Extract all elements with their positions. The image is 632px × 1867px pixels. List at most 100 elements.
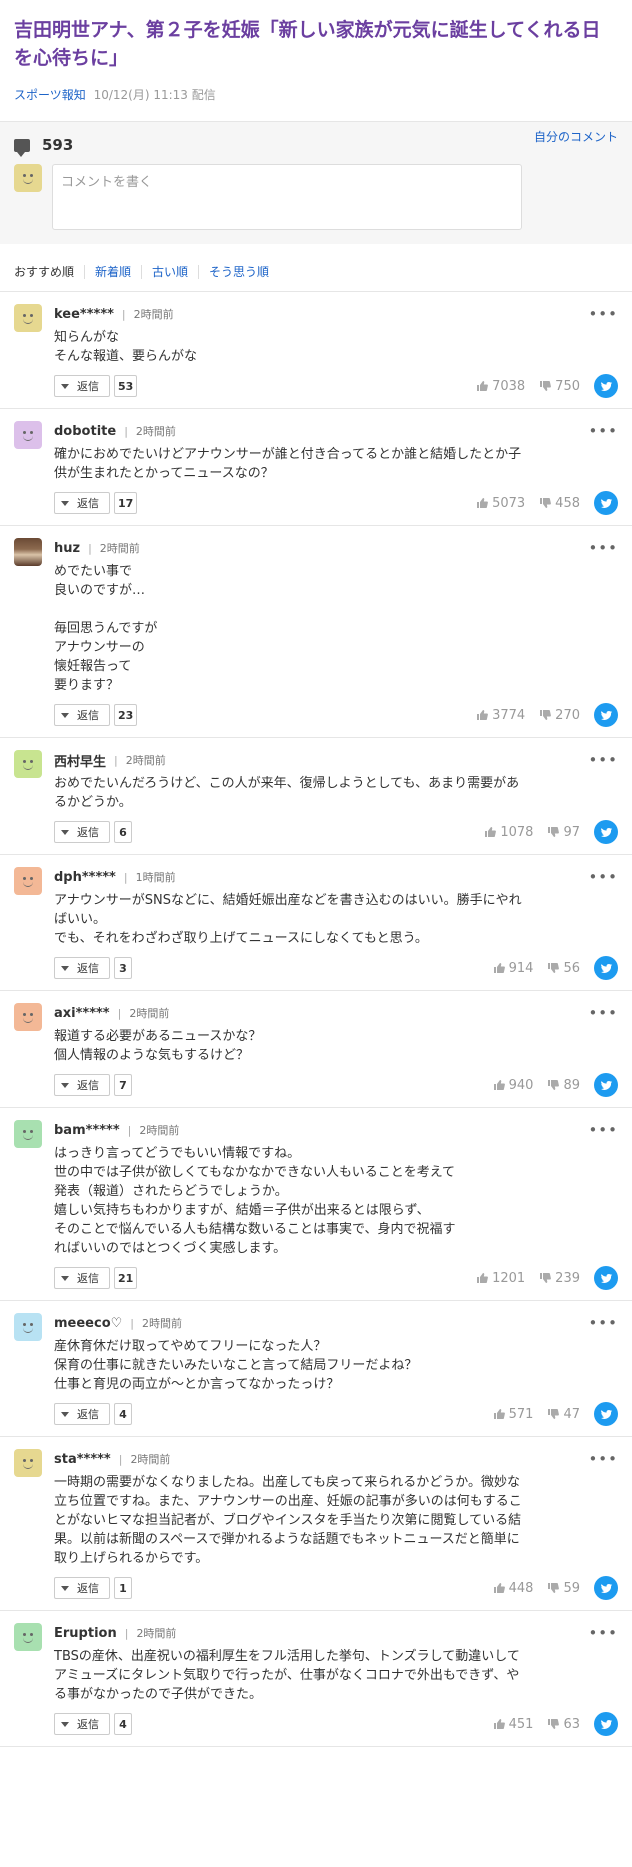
reply-button[interactable]: 返信 — [54, 704, 110, 726]
reply-button[interactable]: 返信 — [54, 492, 110, 514]
comment-actions: 返信 53 7038 750 — [54, 374, 618, 398]
comment-input[interactable]: コメントを書く — [52, 164, 522, 230]
comment-text-line: とがないヒマな担当記者が、ブログやインスタを手当たり次第に閲覧している結 — [54, 1513, 522, 1528]
reply-count[interactable]: 17 — [114, 492, 138, 514]
sort-newest[interactable]: 新着順 — [84, 264, 141, 279]
comment-time: 2時間前 — [142, 1317, 183, 1330]
reply-label: 返信 — [77, 826, 99, 839]
more-options-icon[interactable]: ••• — [588, 422, 618, 440]
commenter-name[interactable]: dobotite — [54, 424, 116, 439]
reply-count[interactable]: 1 — [114, 1577, 132, 1599]
comment-list: kee***** | 2時間前 ••• 知らんがな そんな報道、要らんがな 返信 53 7038… — [0, 292, 632, 1747]
commenter-avatar — [14, 538, 42, 566]
disagree-button[interactable]: 56 — [547, 961, 580, 976]
commenter-name[interactable]: axi***** — [54, 1006, 110, 1021]
sort-oldest[interactable]: 古い順 — [141, 264, 198, 279]
more-options-icon[interactable]: ••• — [588, 1121, 618, 1139]
twitter-share-icon[interactable] — [594, 820, 618, 844]
agree-button[interactable]: 7038 — [476, 379, 525, 394]
twitter-share-icon[interactable] — [594, 374, 618, 398]
disagree-button[interactable]: 97 — [547, 825, 580, 840]
disagree-button[interactable]: 270 — [539, 708, 580, 723]
more-options-icon[interactable]: ••• — [588, 1450, 618, 1468]
commenter-name[interactable]: kee***** — [54, 307, 114, 322]
disagree-button[interactable]: 59 — [547, 1581, 580, 1596]
twitter-share-icon[interactable] — [594, 1712, 618, 1736]
more-options-icon[interactable]: ••• — [588, 1004, 618, 1022]
more-options-icon[interactable]: ••• — [588, 751, 618, 769]
reply-button[interactable]: 返信 — [54, 1267, 110, 1289]
reply-count[interactable]: 4 — [114, 1713, 132, 1735]
agree-button[interactable]: 940 — [493, 1078, 533, 1093]
sort-agree[interactable]: そう思う順 — [198, 264, 279, 279]
comment-text-line: 産休育休だけ取ってやめてフリーになった人？ — [54, 1339, 327, 1354]
article-source-link[interactable]: スポーツ報知 — [14, 88, 86, 102]
twitter-share-icon[interactable] — [594, 491, 618, 515]
separator: | — [124, 1626, 129, 1640]
commenter-name[interactable]: 西村早生 — [54, 751, 106, 770]
comment-header: huz | 2時間前 ••• — [54, 538, 618, 558]
reply-button[interactable]: 返信 — [54, 1713, 110, 1735]
agree-button[interactable]: 571 — [493, 1407, 533, 1422]
article-title[interactable]: 吉田明世アナ、第２子を妊娠「新しい家族が元気に誕生してくれる日を心待ちに」 — [14, 16, 618, 72]
votes: 7038 750 — [462, 374, 618, 398]
more-options-icon[interactable]: ••• — [588, 539, 618, 557]
more-options-icon[interactable]: ••• — [588, 1314, 618, 1332]
reply-button[interactable]: 返信 — [54, 1577, 110, 1599]
more-options-icon[interactable]: ••• — [588, 868, 618, 886]
agree-button[interactable]: 1078 — [484, 825, 533, 840]
twitter-share-icon[interactable] — [594, 1402, 618, 1426]
twitter-share-icon[interactable] — [594, 1266, 618, 1290]
agree-button[interactable]: 451 — [493, 1717, 533, 1732]
article-meta: スポーツ報知 10/12(月) 11:13 配信 — [14, 86, 618, 103]
agree-button[interactable]: 5073 — [476, 496, 525, 511]
reply-count[interactable]: 23 — [114, 704, 138, 726]
commenter-name[interactable]: huz — [54, 541, 80, 556]
twitter-share-icon[interactable] — [594, 1073, 618, 1097]
more-options-icon[interactable]: ••• — [588, 1624, 618, 1642]
comment-body: kee***** | 2時間前 ••• 知らんがな そんな報道、要らんがな 返信 53 7038… — [54, 304, 618, 398]
disagree-button[interactable]: 47 — [547, 1407, 580, 1422]
reply-button[interactable]: 返信 — [54, 1074, 110, 1096]
comment-text: アナウンサーがSNSなどに、結婚妊娠出産などを書き込むのはいい。勝手にやれ ばいい… — [54, 891, 618, 948]
reply-count[interactable]: 4 — [114, 1403, 132, 1425]
reply-count[interactable]: 3 — [114, 957, 132, 979]
agree-button[interactable]: 448 — [493, 1581, 533, 1596]
comment-item: dph***** | 1時間前 ••• アナウンサーがSNSなどに、結婚妊娠出産などを書… — [0, 855, 632, 991]
reply-button[interactable]: 返信 — [54, 1403, 110, 1425]
separator: | — [127, 1123, 132, 1137]
separator: | — [118, 1452, 123, 1466]
thumbs-down-icon — [540, 710, 552, 720]
reply-button[interactable]: 返信 — [54, 821, 110, 843]
disagree-button[interactable]: 458 — [539, 496, 580, 511]
reply-count[interactable]: 7 — [114, 1074, 132, 1096]
disagree-button[interactable]: 239 — [539, 1271, 580, 1286]
reply-button[interactable]: 返信 — [54, 957, 110, 979]
disagree-button[interactable]: 63 — [547, 1717, 580, 1732]
twitter-share-icon[interactable] — [594, 1576, 618, 1600]
commenter-name[interactable]: meeeco♡ — [54, 1316, 122, 1331]
comment-text-line: 個人情報のような気もするけど？ — [54, 1048, 250, 1063]
commenter-name[interactable]: bam***** — [54, 1123, 120, 1138]
disagree-button[interactable]: 89 — [547, 1078, 580, 1093]
comment-time: 2時間前 — [136, 1627, 177, 1640]
agree-button[interactable]: 914 — [493, 961, 533, 976]
disagree-button[interactable]: 750 — [539, 379, 580, 394]
my-comment-link[interactable]: 自分のコメント — [534, 128, 618, 145]
agree-button[interactable]: 1201 — [476, 1271, 525, 1286]
reply-count[interactable]: 21 — [114, 1267, 138, 1289]
thumbs-down-icon — [548, 963, 560, 973]
twitter-share-icon[interactable] — [594, 956, 618, 980]
reply-button[interactable]: 返信 — [54, 375, 110, 397]
sort-recommended[interactable]: おすすめ順 — [14, 265, 84, 279]
commenter-name[interactable]: Eruption — [54, 1626, 117, 1641]
more-options-icon[interactable]: ••• — [588, 305, 618, 323]
caret-down-icon — [61, 712, 69, 718]
agree-button[interactable]: 3774 — [476, 708, 525, 723]
separator: | — [114, 753, 118, 767]
twitter-share-icon[interactable] — [594, 703, 618, 727]
commenter-name[interactable]: sta***** — [54, 1452, 111, 1467]
commenter-name[interactable]: dph***** — [54, 870, 116, 885]
reply-count[interactable]: 6 — [114, 821, 132, 843]
reply-count[interactable]: 53 — [114, 375, 138, 397]
